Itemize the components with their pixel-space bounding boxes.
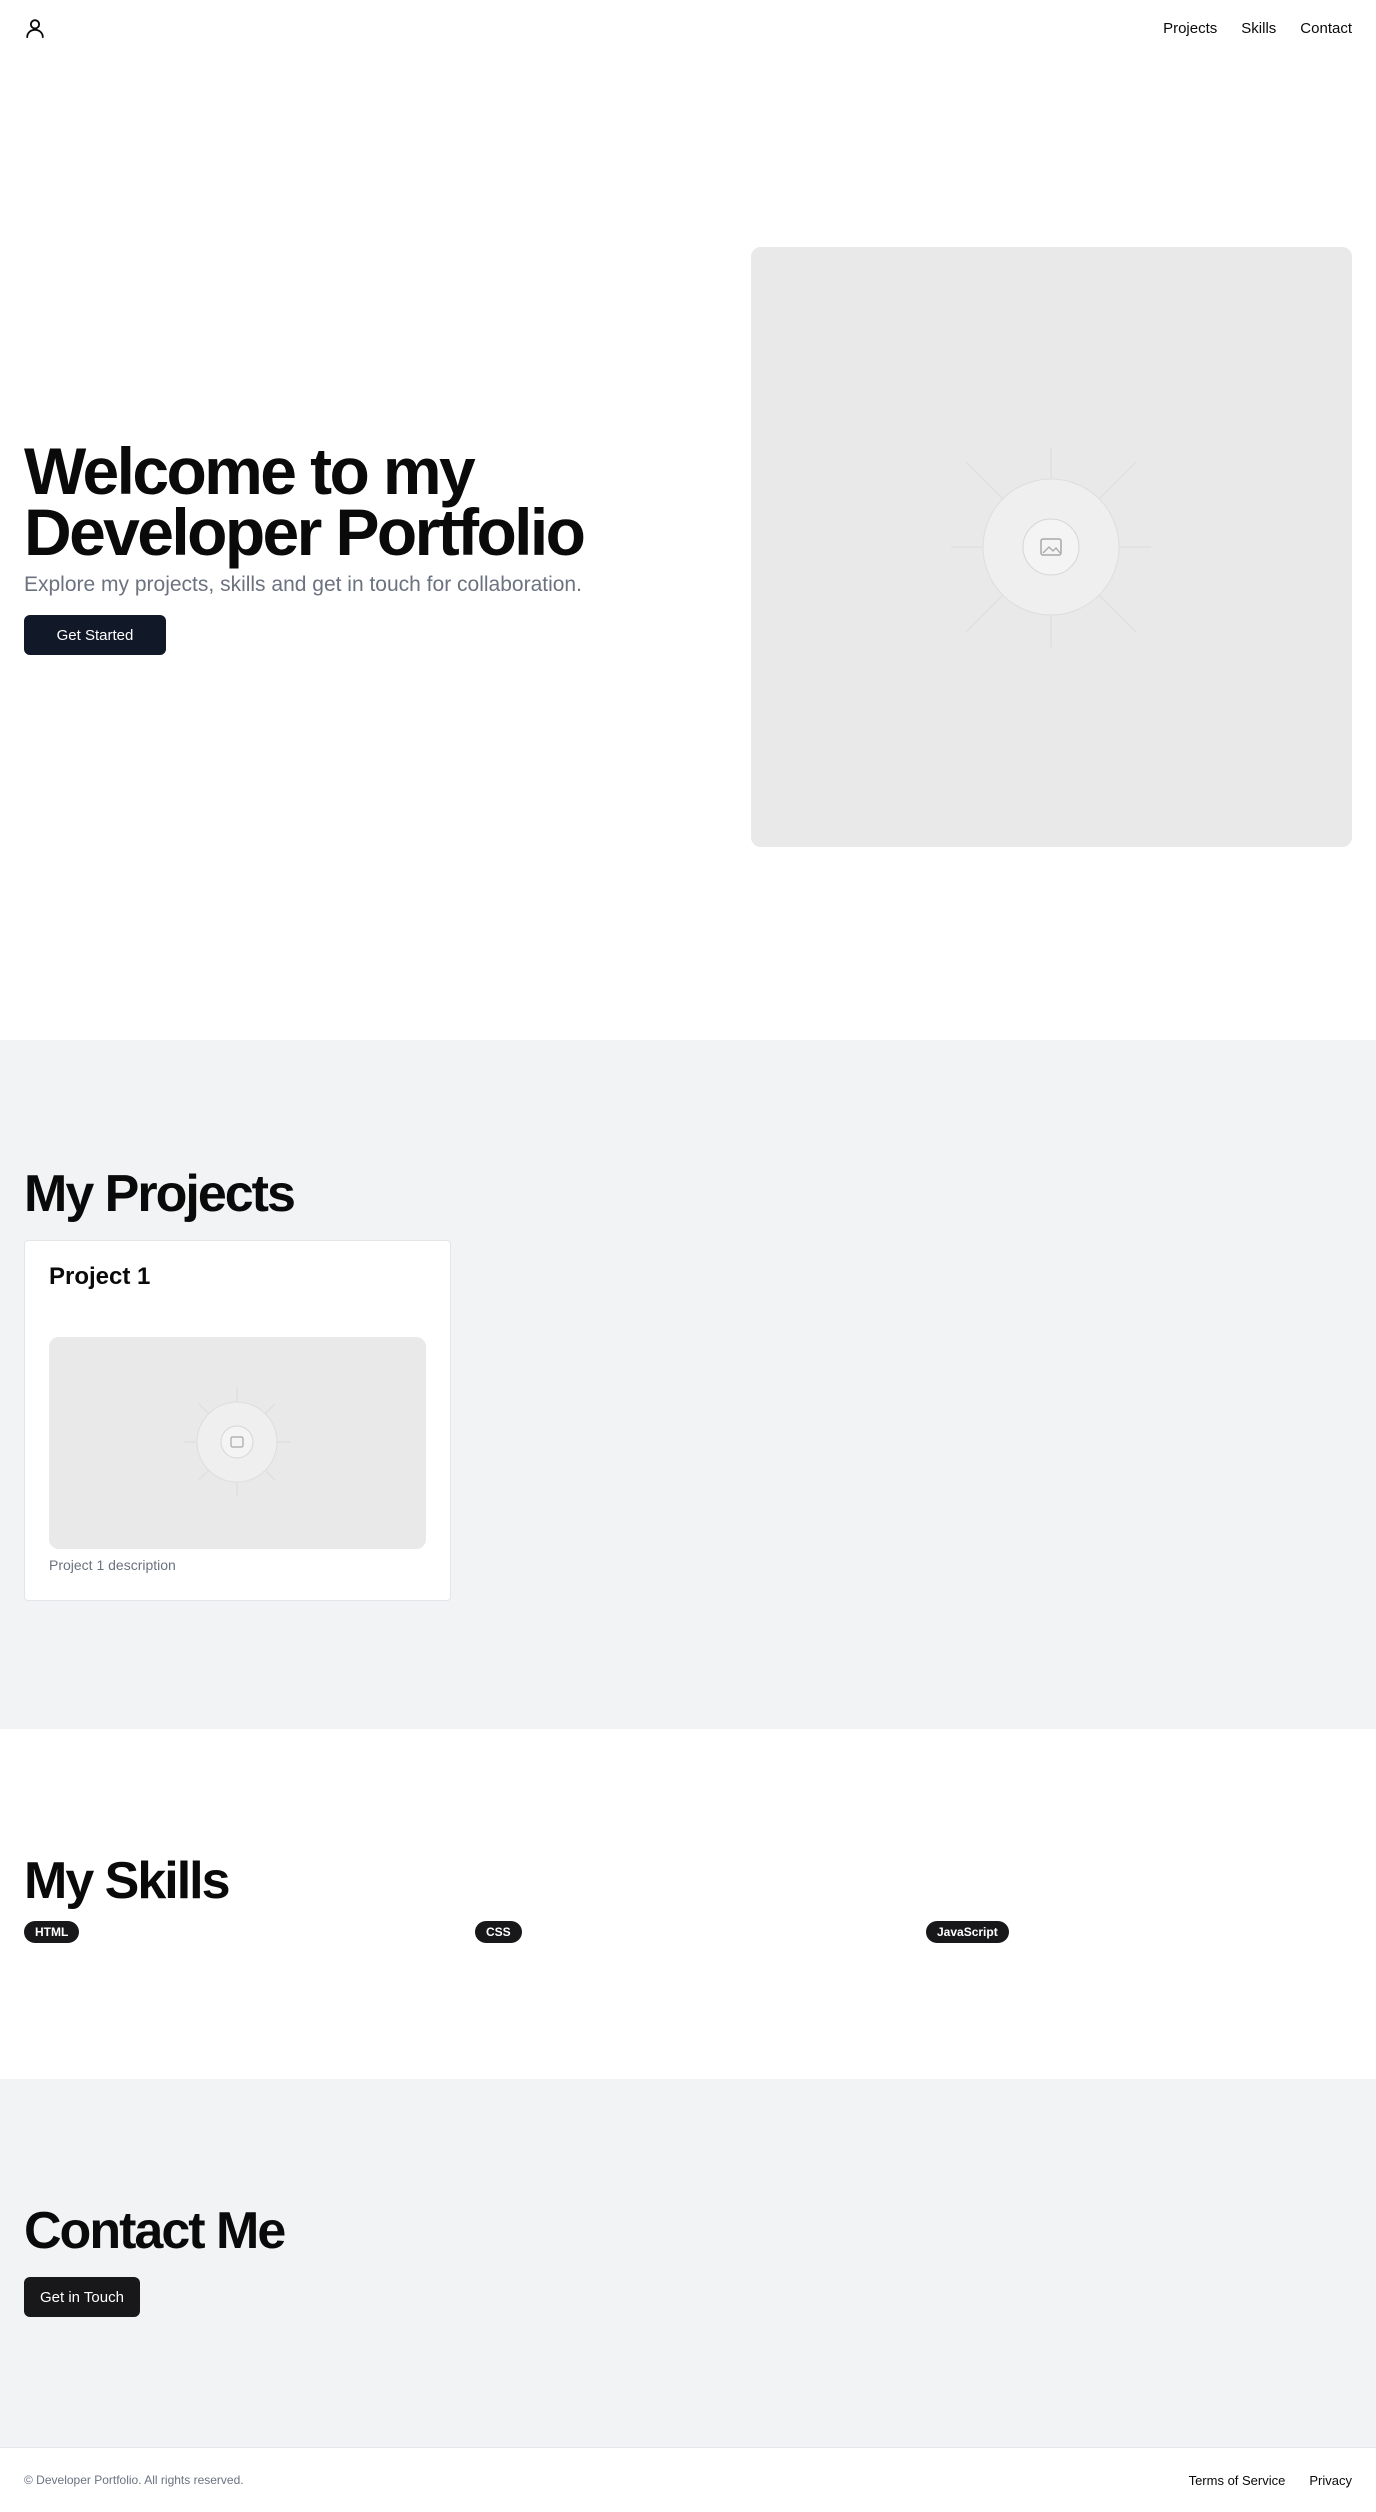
project-title: Project 1 [49, 1263, 151, 1290]
hero-title-line2: Developer Portfolio [24, 495, 586, 569]
projects-title: My Projects [24, 1165, 296, 1223]
projects-section: My Projects Project 1 Project 1 descript… [0, 1040, 1376, 1729]
site-header: Projects Skills Contact [0, 0, 1376, 56]
footer-link-terms[interactable]: Terms of Service [1189, 2473, 1286, 2488]
skills-section: My Skills HTML CSS JavaScript [0, 1729, 1376, 2079]
skills-title: My Skills [24, 1852, 231, 1910]
footer-link-privacy[interactable]: Privacy [1309, 2473, 1352, 2488]
site-footer: © Developer Portfolio. All rights reserv… [0, 2447, 1376, 2512]
skills-list: HTML CSS JavaScript [24, 1921, 1352, 1945]
hero-title: Welcome to my Developer Portfolio [24, 438, 724, 565]
hero-content: Welcome to my Developer Portfolio Explor… [24, 438, 724, 655]
nav-link-skills[interactable]: Skills [1241, 20, 1276, 37]
hero-subtitle: Explore my projects, skills and get in t… [24, 573, 582, 596]
get-in-touch-button[interactable]: Get in Touch [24, 2277, 140, 2317]
footer-copyright: © Developer Portfolio. All rights reserv… [24, 2473, 244, 2487]
footer-links: Terms of Service Privacy [1189, 2473, 1352, 2488]
project-image [49, 1337, 426, 1549]
project-card[interactable]: Project 1 Project 1 description [24, 1240, 451, 1601]
skill-badge-html: HTML [24, 1921, 80, 1943]
main-nav: Projects Skills Contact [1163, 20, 1352, 37]
nav-link-contact[interactable]: Contact [1300, 20, 1352, 37]
hero-image [751, 247, 1352, 847]
skill-badge-javascript: JavaScript [926, 1921, 1009, 1943]
contact-section: Contact Me Get in Touch [0, 2079, 1376, 2447]
project-description: Project 1 description [49, 1557, 176, 1573]
nav-link-projects[interactable]: Projects [1163, 20, 1217, 37]
image-placeholder-icon [49, 1337, 426, 1549]
user-icon[interactable] [24, 16, 48, 40]
hero-section: Welcome to my Developer Portfolio Explor… [0, 56, 1376, 1040]
skill-badge-css: CSS [475, 1921, 522, 1943]
get-started-button[interactable]: Get Started [24, 615, 166, 655]
contact-title: Contact Me [24, 2202, 286, 2260]
image-placeholder-icon [751, 247, 1352, 847]
